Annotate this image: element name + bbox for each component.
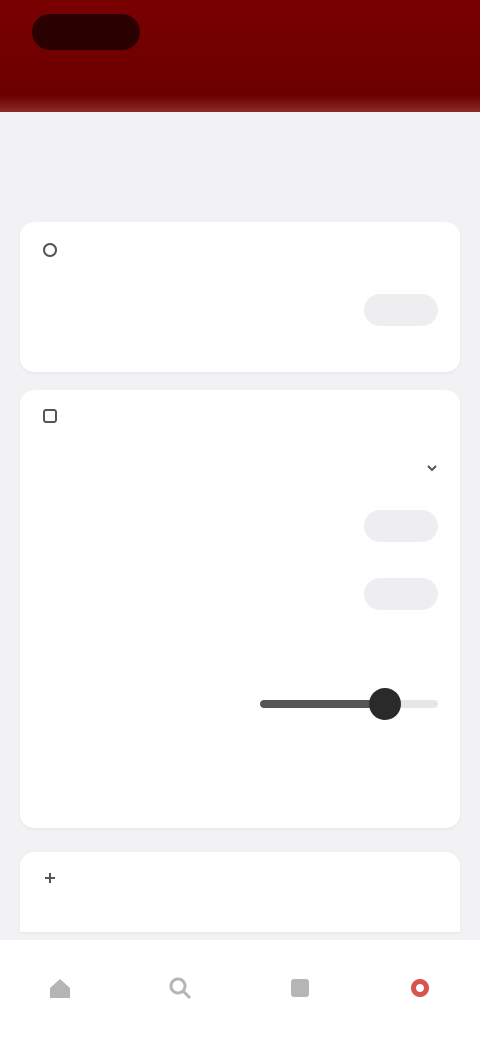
setting-row-slider: [42, 668, 242, 704]
section-icon: [42, 870, 58, 886]
gear-icon: [411, 979, 429, 997]
app-logo[interactable]: [32, 14, 140, 50]
search-icon: [169, 977, 192, 1000]
setting-value-button[interactable]: [364, 294, 438, 326]
nav-item-list[interactable]: [250, 952, 350, 1032]
section-header-more: [42, 870, 66, 886]
nav-item-home[interactable]: [10, 952, 110, 1032]
settings-card-options: [20, 390, 460, 828]
slider-fill: [260, 700, 385, 708]
setting-value-button[interactable]: [364, 510, 438, 542]
list-icon: [291, 979, 309, 997]
setting-select[interactable]: [418, 462, 438, 474]
bottom-navigation: [0, 940, 480, 1040]
slider-thumb[interactable]: [368, 688, 401, 720]
setting-row-select: [42, 450, 438, 486]
setting-value-button[interactable]: [364, 578, 438, 610]
app-bar: [0, 0, 480, 112]
nav-item-settings[interactable]: [370, 952, 470, 1032]
slider-track[interactable]: [260, 688, 438, 720]
section-header-options: [42, 408, 66, 424]
slider[interactable]: [260, 648, 438, 738]
setting-row: [42, 508, 438, 544]
section-icon: [42, 408, 58, 424]
section-icon: [42, 242, 58, 258]
settings-card-more: [20, 852, 460, 932]
chevron-down-icon: [427, 465, 437, 472]
settings-card-general: [20, 222, 460, 372]
nav-item-search[interactable]: [130, 952, 230, 1032]
section-header-general: [42, 242, 66, 258]
setting-row: [42, 576, 438, 612]
home-icon: [50, 979, 70, 998]
setting-row: [42, 760, 438, 796]
setting-row: [42, 292, 438, 328]
